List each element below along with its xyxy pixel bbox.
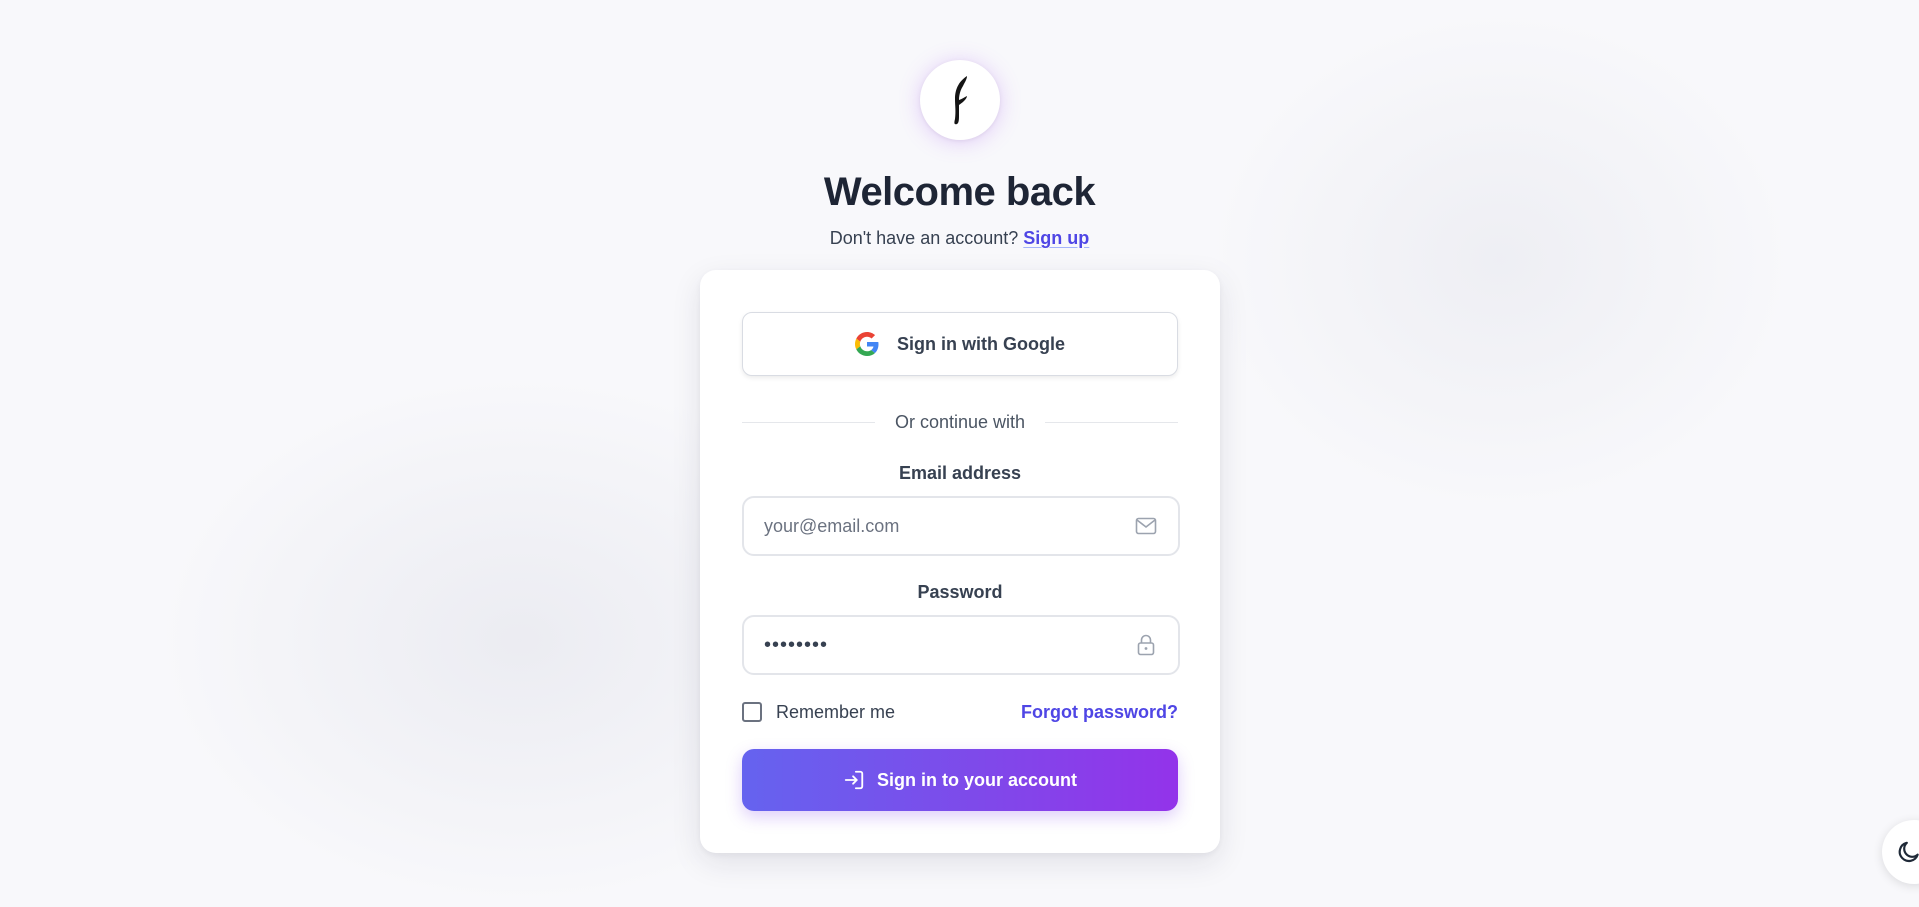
- mail-icon: [1134, 514, 1158, 538]
- signup-prompt: Don't have an account? Sign up: [0, 226, 1919, 250]
- remember-row: Remember me Forgot password?: [742, 700, 1178, 724]
- google-signin-label: Sign in with Google: [897, 333, 1065, 354]
- remember-checkbox[interactable]: [742, 702, 762, 722]
- signin-submit-button[interactable]: Sign in to your account: [742, 749, 1178, 811]
- divider-line-left: [742, 421, 875, 423]
- lock-icon: [1134, 633, 1158, 657]
- password-label: Password: [917, 582, 1003, 602]
- email-label: Email address: [898, 463, 1022, 483]
- signup-prompt-text: Don't have an account?: [829, 228, 1019, 248]
- google-icon: [855, 332, 879, 356]
- theme-toggle-button[interactable]: [1882, 820, 1919, 884]
- remember-me: Remember me: [742, 702, 895, 723]
- divider-text: Or continue with: [894, 411, 1026, 432]
- password-masked-value: ••••••••: [764, 633, 829, 656]
- sign-in-icon: [844, 770, 864, 790]
- divider-line-right: [1045, 421, 1178, 423]
- app-logo: [920, 60, 1000, 140]
- google-signin-button[interactable]: Sign in with Google: [742, 312, 1178, 376]
- forgot-password-link[interactable]: Forgot password?: [1021, 702, 1178, 723]
- login-card: Sign in with Google Or continue with Ema…: [700, 270, 1220, 853]
- divider: Or continue with: [742, 410, 1178, 434]
- password-input[interactable]: ••••••••: [744, 634, 1134, 657]
- password-field-wrapper: ••••••••: [742, 615, 1180, 675]
- quill-feather-icon: [954, 76, 967, 125]
- email-field-wrapper: [742, 496, 1180, 556]
- remember-label: Remember me: [776, 701, 896, 722]
- moon-icon: [1898, 841, 1919, 863]
- email-input[interactable]: [744, 498, 1134, 554]
- signin-submit-label: Sign in to your account: [876, 769, 1077, 790]
- login-page: Welcome back Don't have an account? Sign…: [0, 0, 1919, 907]
- signup-link[interactable]: Sign up: [1023, 228, 1089, 248]
- page-title: Welcome back: [823, 170, 1096, 214]
